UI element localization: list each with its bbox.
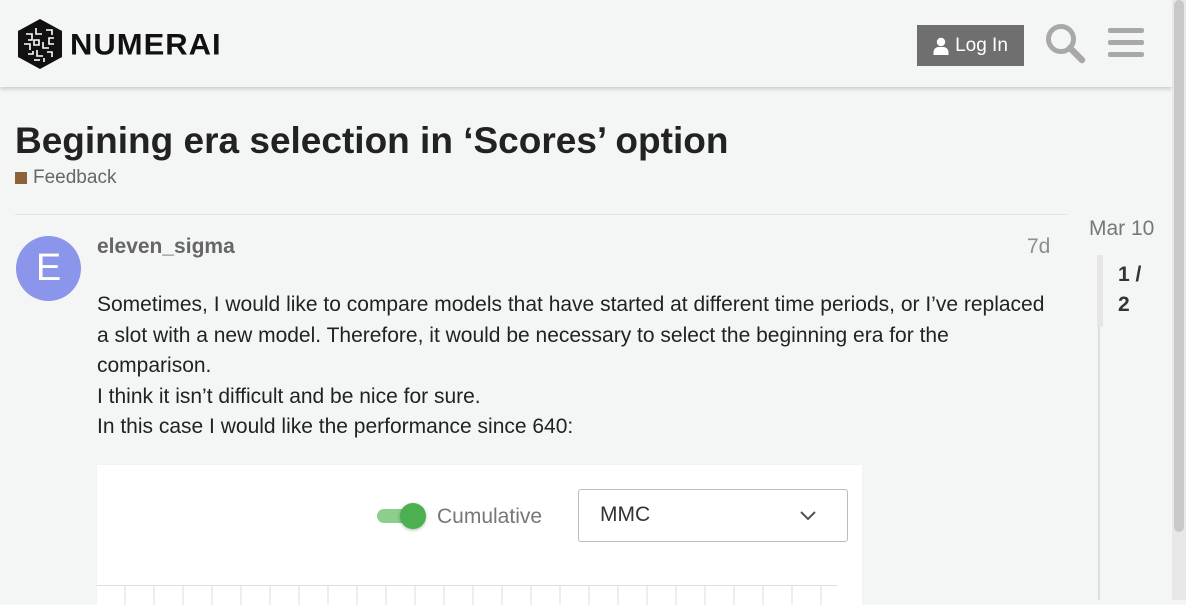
hamburger-menu-icon: [1108, 28, 1144, 57]
search-button[interactable]: [1044, 22, 1086, 64]
metric-select-value: MMC: [600, 503, 651, 526]
metric-select: MMC: [578, 489, 848, 542]
user-icon: [933, 37, 949, 55]
search-icon: [1046, 24, 1086, 64]
topic-divider: [15, 214, 1067, 215]
timeline-handle[interactable]: [1097, 255, 1103, 327]
timeline-position: 1 / 2: [1118, 260, 1158, 320]
timeline-current: 1 /: [1118, 263, 1142, 286]
scrollbar-thumb[interactable]: [1174, 0, 1184, 532]
timeline-total: 2: [1118, 293, 1130, 316]
cumulative-toggle-knob: [400, 503, 426, 529]
login-label: Log In: [955, 34, 1008, 56]
timeline-start-date[interactable]: Mar 10: [1089, 217, 1154, 241]
menu-button[interactable]: [1108, 26, 1144, 60]
post-body: Sometimes, I would like to compare model…: [97, 290, 1057, 443]
avatar-letter: E: [35, 247, 62, 289]
avatar[interactable]: E: [16, 236, 81, 301]
site-header: NUMERAI Log In: [0, 0, 1172, 87]
category-color-swatch: [15, 172, 27, 184]
category-label: Feedback: [33, 167, 117, 188]
category-badge[interactable]: Feedback: [15, 167, 116, 189]
post-paragraph: Sometimes, I would like to compare model…: [97, 293, 1045, 377]
logo-wordmark: NUMERAI: [70, 27, 222, 61]
post-screenshot-image[interactable]: Cumulative MMC: [97, 465, 862, 605]
post-paragraph: In this case I would like the performanc…: [97, 415, 574, 438]
topic-timeline[interactable]: Mar 10 1 / 2: [1085, 215, 1165, 600]
login-button[interactable]: Log In: [917, 25, 1024, 66]
numerai-logo[interactable]: NUMERAI: [16, 18, 222, 70]
cumulative-label: Cumulative: [437, 505, 543, 528]
post-paragraph: I think it isn’t difficult and be nice f…: [97, 384, 481, 408]
chevron-down-icon: [800, 511, 816, 521]
chart-grid-ticks: [124, 585, 822, 605]
numerai-logo-icon: [18, 19, 62, 69]
topic-title[interactable]: Begining era selection in ‘Scores’ optio…: [15, 120, 728, 162]
post-age[interactable]: 7d: [1027, 235, 1050, 259]
post-username[interactable]: eleven_sigma: [97, 235, 235, 259]
page-scrollbar[interactable]: [1172, 0, 1186, 600]
